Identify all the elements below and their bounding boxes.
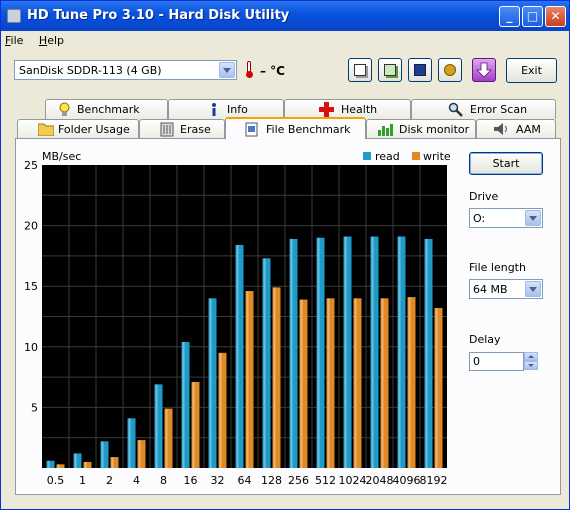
y-tick-label: 5: [31, 401, 38, 414]
start-button[interactable]: Start: [469, 152, 543, 175]
x-tick-label: 1: [79, 474, 86, 487]
x-tick-label: 128: [261, 474, 282, 487]
legend-read-swatch: [363, 152, 371, 160]
x-tick-label: 64: [238, 474, 252, 487]
file-length-value: 64 MB: [473, 283, 508, 296]
bar-highlight: [344, 236, 347, 468]
bar-highlight: [84, 461, 87, 468]
y-axis-ticks: 5 10 15 20 25: [24, 159, 38, 414]
x-axis-ticks: 0.5 1 2 4 8 16 32 64 128 256 512 1024 2048 4096 8192: [47, 474, 448, 487]
delay-label: Delay: [469, 333, 501, 346]
x-tick-label: 512: [315, 474, 336, 487]
bar-highlight: [327, 298, 330, 468]
bar-highlight: [165, 408, 168, 468]
chevron-down-icon[interactable]: [525, 210, 541, 226]
x-tick-label: 4096: [393, 474, 421, 487]
bar-highlight: [74, 453, 77, 468]
drive-letter-value: O:: [473, 212, 486, 225]
y-axis-label: MB/sec: [42, 150, 81, 163]
file-length-dropdown[interactable]: 64 MB: [469, 279, 543, 299]
bar-highlight: [273, 287, 276, 468]
bar-highlight: [317, 237, 320, 468]
x-tick-label: 32: [211, 474, 225, 487]
bar-highlight: [236, 244, 239, 468]
file-length-label: File length: [469, 261, 526, 274]
x-tick-label: 4: [133, 474, 140, 487]
bar-highlight: [300, 299, 303, 468]
bar-highlight: [182, 341, 185, 468]
drive-label: Drive: [469, 190, 499, 203]
legend-write-label: write: [423, 150, 451, 163]
bar-highlight: [219, 352, 222, 468]
bar-highlight: [290, 238, 293, 468]
y-tick-label: 10: [24, 341, 38, 354]
bar-highlight: [47, 460, 50, 468]
y-tick-label: 25: [24, 159, 38, 172]
delay-spinner[interactable]: [524, 352, 538, 371]
x-tick-label: 1024: [339, 474, 367, 487]
bar-highlight: [57, 464, 60, 468]
delay-input[interactable]: 0: [469, 352, 524, 371]
bar-highlight: [354, 298, 357, 468]
bar-highlight: [425, 238, 428, 468]
legend-write-swatch: [412, 152, 420, 160]
chevron-down-icon[interactable]: [525, 281, 541, 297]
bar-highlight: [192, 381, 195, 468]
delay-value: 0: [473, 355, 480, 368]
y-tick-label: 20: [24, 220, 38, 233]
spin-down-icon[interactable]: [524, 361, 538, 370]
bar-highlight: [209, 298, 212, 468]
bar-highlight: [381, 298, 384, 468]
x-tick-label: 8: [160, 474, 167, 487]
x-tick-label: 16: [184, 474, 198, 487]
bar-highlight: [128, 418, 131, 468]
file-benchmark-icon: [245, 122, 258, 137]
bar-highlight: [246, 291, 249, 468]
bar-highlight: [111, 457, 114, 468]
bar-highlight: [398, 236, 401, 468]
x-tick-label: 256: [288, 474, 309, 487]
legend-read-label: read: [375, 150, 400, 163]
spin-up-icon[interactable]: [524, 352, 538, 361]
bar-highlight: [435, 308, 438, 468]
bar-highlight: [155, 384, 158, 468]
bar-highlight: [101, 441, 104, 468]
x-tick-label: 8192: [420, 474, 448, 487]
bar-highlight: [371, 236, 374, 468]
bar-highlight: [138, 440, 141, 468]
x-tick-label: 2: [106, 474, 113, 487]
bar-highlight: [408, 297, 411, 468]
x-tick-label: 0.5: [47, 474, 65, 487]
y-tick-label: 15: [24, 280, 38, 293]
bar-highlight: [263, 258, 266, 468]
x-tick-label: 2048: [366, 474, 394, 487]
drive-letter-dropdown[interactable]: O:: [469, 208, 543, 228]
tab-file-benchmark[interactable]: File Benchmark: [225, 117, 366, 139]
